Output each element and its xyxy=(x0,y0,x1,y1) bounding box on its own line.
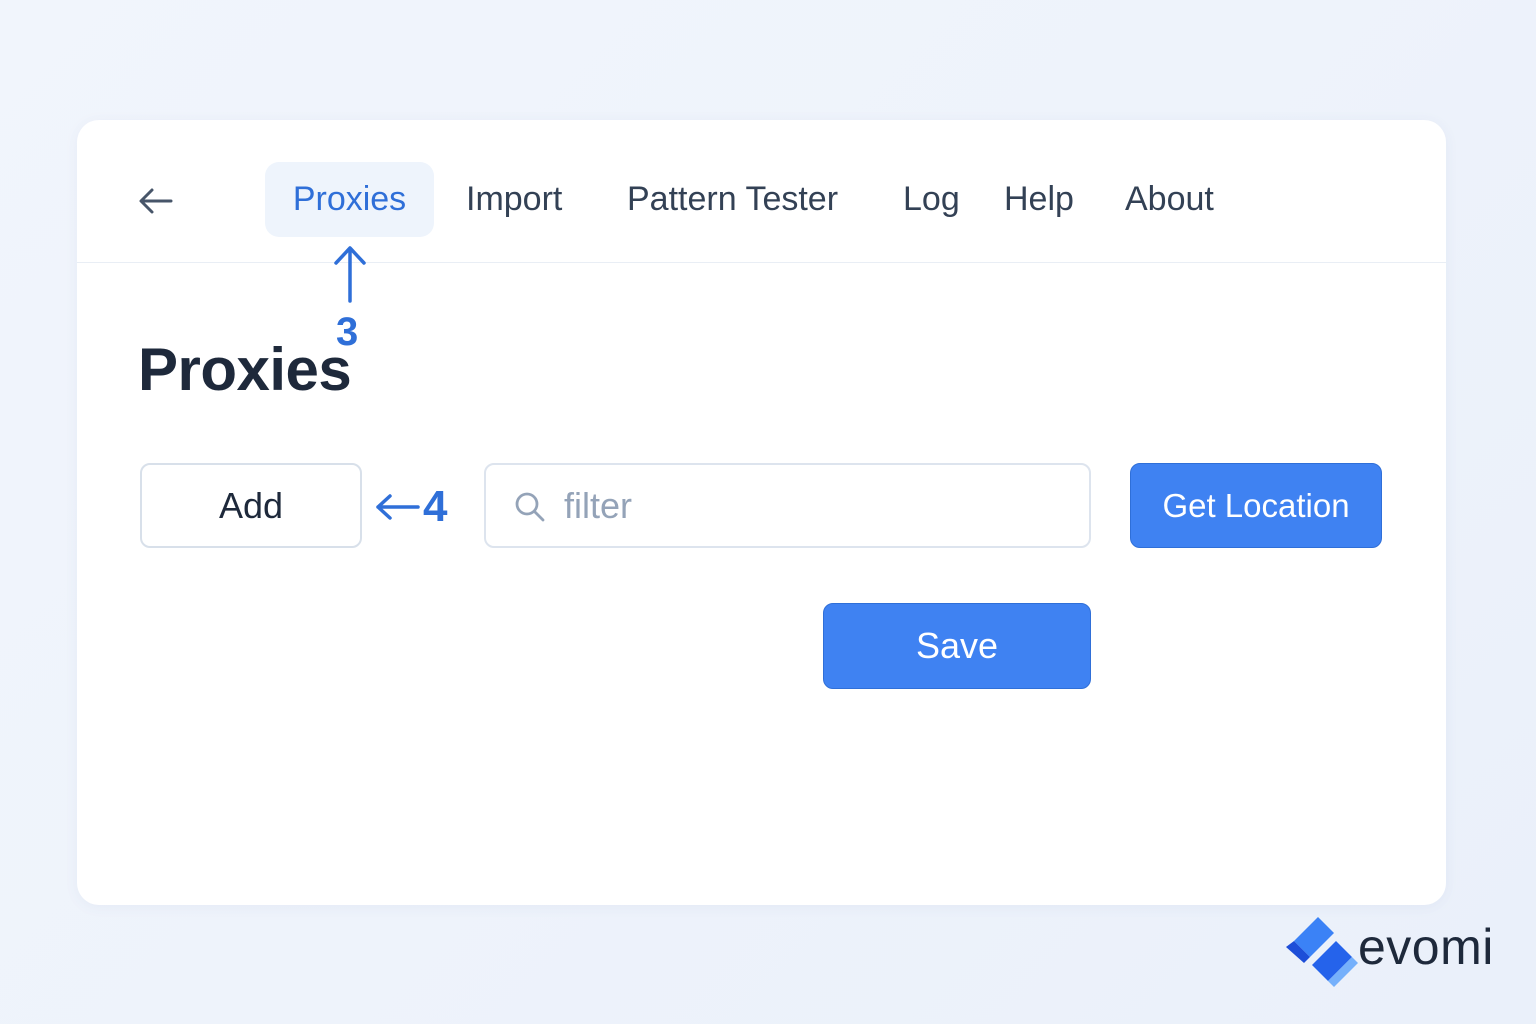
tab-import-label: Import xyxy=(466,180,563,218)
tab-help[interactable]: Help xyxy=(1004,162,1074,237)
top-nav: Proxies Import Pattern Tester Log Help A… xyxy=(77,120,1446,263)
arrow-up-annotation-icon xyxy=(334,246,366,303)
add-button-label: Add xyxy=(218,484,284,526)
tab-log[interactable]: Log xyxy=(903,162,960,237)
tab-pattern-tester-label: Pattern Tester xyxy=(627,180,839,218)
tab-proxies-label: Proxies xyxy=(292,180,407,218)
arrow-left-icon xyxy=(139,188,173,214)
tab-about[interactable]: About xyxy=(1125,162,1214,237)
back-button[interactable] xyxy=(135,180,177,222)
save-button[interactable]: Save xyxy=(823,603,1091,689)
get-location-button[interactable]: Get Location xyxy=(1130,463,1382,548)
brand-name: evomi xyxy=(1358,918,1494,975)
filter-field[interactable] xyxy=(484,463,1091,548)
get-location-label: Get Location xyxy=(1162,486,1350,524)
step-4-annotation: 4 xyxy=(423,482,448,531)
tab-import[interactable]: Import xyxy=(466,162,562,237)
add-button[interactable]: Add xyxy=(140,463,362,548)
page-title: Proxies xyxy=(138,336,352,403)
tab-pattern-tester[interactable]: Pattern Tester xyxy=(627,162,838,237)
settings-panel: Proxies Import Pattern Tester Log Help A… xyxy=(77,120,1446,905)
save-button-label: Save xyxy=(915,625,999,666)
tab-about-label: About xyxy=(1125,180,1214,218)
brand-logo: evomi xyxy=(1282,913,1512,988)
tab-log-label: Log xyxy=(903,180,960,218)
evomi-logo-icon xyxy=(1286,917,1358,987)
search-icon xyxy=(515,492,545,522)
tab-proxies[interactable]: Proxies xyxy=(265,162,434,237)
tab-help-label: Help xyxy=(1004,180,1074,218)
arrow-left-annotation-icon xyxy=(376,494,420,520)
filter-input[interactable] xyxy=(564,481,1064,531)
